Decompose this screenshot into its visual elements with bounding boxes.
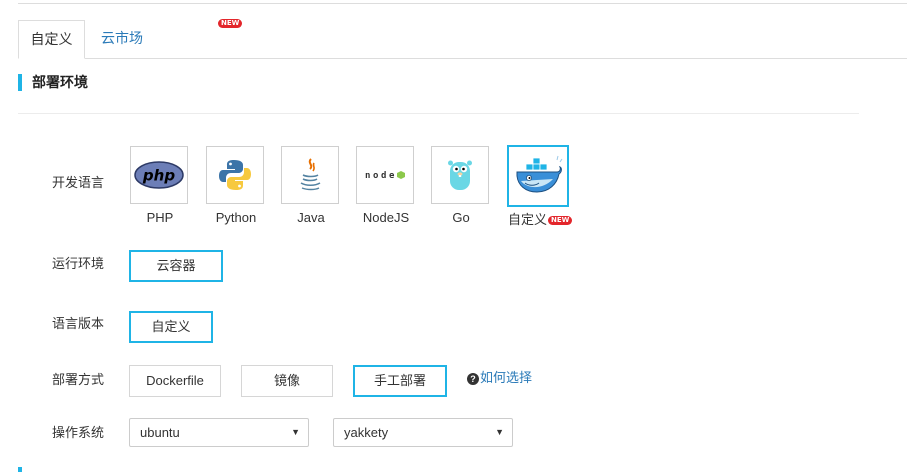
deploy-image-button[interactable]: 镜像 — [241, 365, 333, 397]
language-name: Java — [297, 210, 325, 225]
svg-text:e: e — [389, 171, 395, 181]
runtime-cloud-container-button[interactable]: 云容器 — [129, 250, 223, 282]
language-option-java[interactable]: Java — [281, 146, 341, 225]
python-logo-icon — [219, 160, 251, 190]
os-release-value: yakkety — [344, 425, 389, 440]
tab-cloud-market[interactable]: 云市场 NEW — [101, 19, 243, 58]
language-name: 自定义 — [508, 212, 548, 227]
section-divider — [18, 113, 859, 114]
language-version-label: 语言版本 — [52, 317, 105, 332]
section-title: 部署环境 — [32, 75, 88, 91]
deploy-method-label: 部署方式 — [52, 373, 105, 388]
svg-text:php: php — [142, 167, 175, 185]
new-badge: NEW — [218, 19, 243, 28]
question-circle-icon: ? — [467, 373, 479, 385]
language-name-custom: 自定义 NEW — [508, 209, 573, 228]
dropdown-caret-icon: ▼ — [291, 427, 300, 437]
os-release-select[interactable]: yakkety ▼ — [333, 418, 513, 447]
language-version-custom-button[interactable]: 自定义 — [129, 311, 213, 343]
go-gopher-icon — [448, 160, 472, 190]
how-to-choose-link[interactable]: ? 如何选择 — [467, 369, 532, 387]
php-logo-icon: php — [134, 161, 184, 189]
runtime-label: 运行环境 — [52, 257, 105, 272]
svg-text:d: d — [381, 171, 386, 181]
language-option-go[interactable]: Go — [431, 146, 491, 225]
how-to-choose-label: 如何选择 — [480, 370, 533, 385]
deploy-manual-button[interactable]: 手工部署 — [353, 365, 447, 397]
language-option-nodejs[interactable]: n o d e NodeJS — [356, 146, 416, 225]
section-accent-bar — [18, 74, 22, 91]
svg-text:n: n — [365, 171, 370, 181]
os-label: 操作系统 — [52, 426, 105, 441]
nodejs-logo-icon: n o d e — [365, 171, 405, 181]
deploy-dockerfile-button[interactable]: Dockerfile — [129, 365, 221, 397]
os-distro-value: ubuntu — [140, 425, 180, 440]
docker-whale-icon — [516, 155, 563, 193]
new-badge: NEW — [548, 216, 573, 225]
language-name: PHP — [146, 210, 174, 225]
top-border — [18, 0, 907, 4]
tab-cloud-market-label: 云市场 — [101, 31, 143, 47]
language-option-custom[interactable]: 自定义 NEW — [507, 145, 573, 228]
svg-text:o: o — [373, 171, 378, 181]
language-option-php[interactable]: php PHP — [130, 146, 190, 225]
os-distro-select[interactable]: ubuntu ▼ — [129, 418, 309, 447]
tab-custom[interactable]: 自定义 — [18, 20, 85, 59]
language-label: 开发语言 — [52, 176, 105, 191]
java-logo-icon — [300, 158, 321, 191]
language-name: Python — [215, 210, 257, 225]
next-section-accent-bar — [18, 467, 22, 472]
tab-bar: 自定义 云市场 NEW — [18, 19, 907, 59]
language-option-python[interactable]: Python — [206, 146, 266, 225]
language-name: Go — [452, 210, 470, 225]
dropdown-caret-icon: ▼ — [495, 427, 504, 437]
language-name: NodeJS — [362, 210, 410, 225]
